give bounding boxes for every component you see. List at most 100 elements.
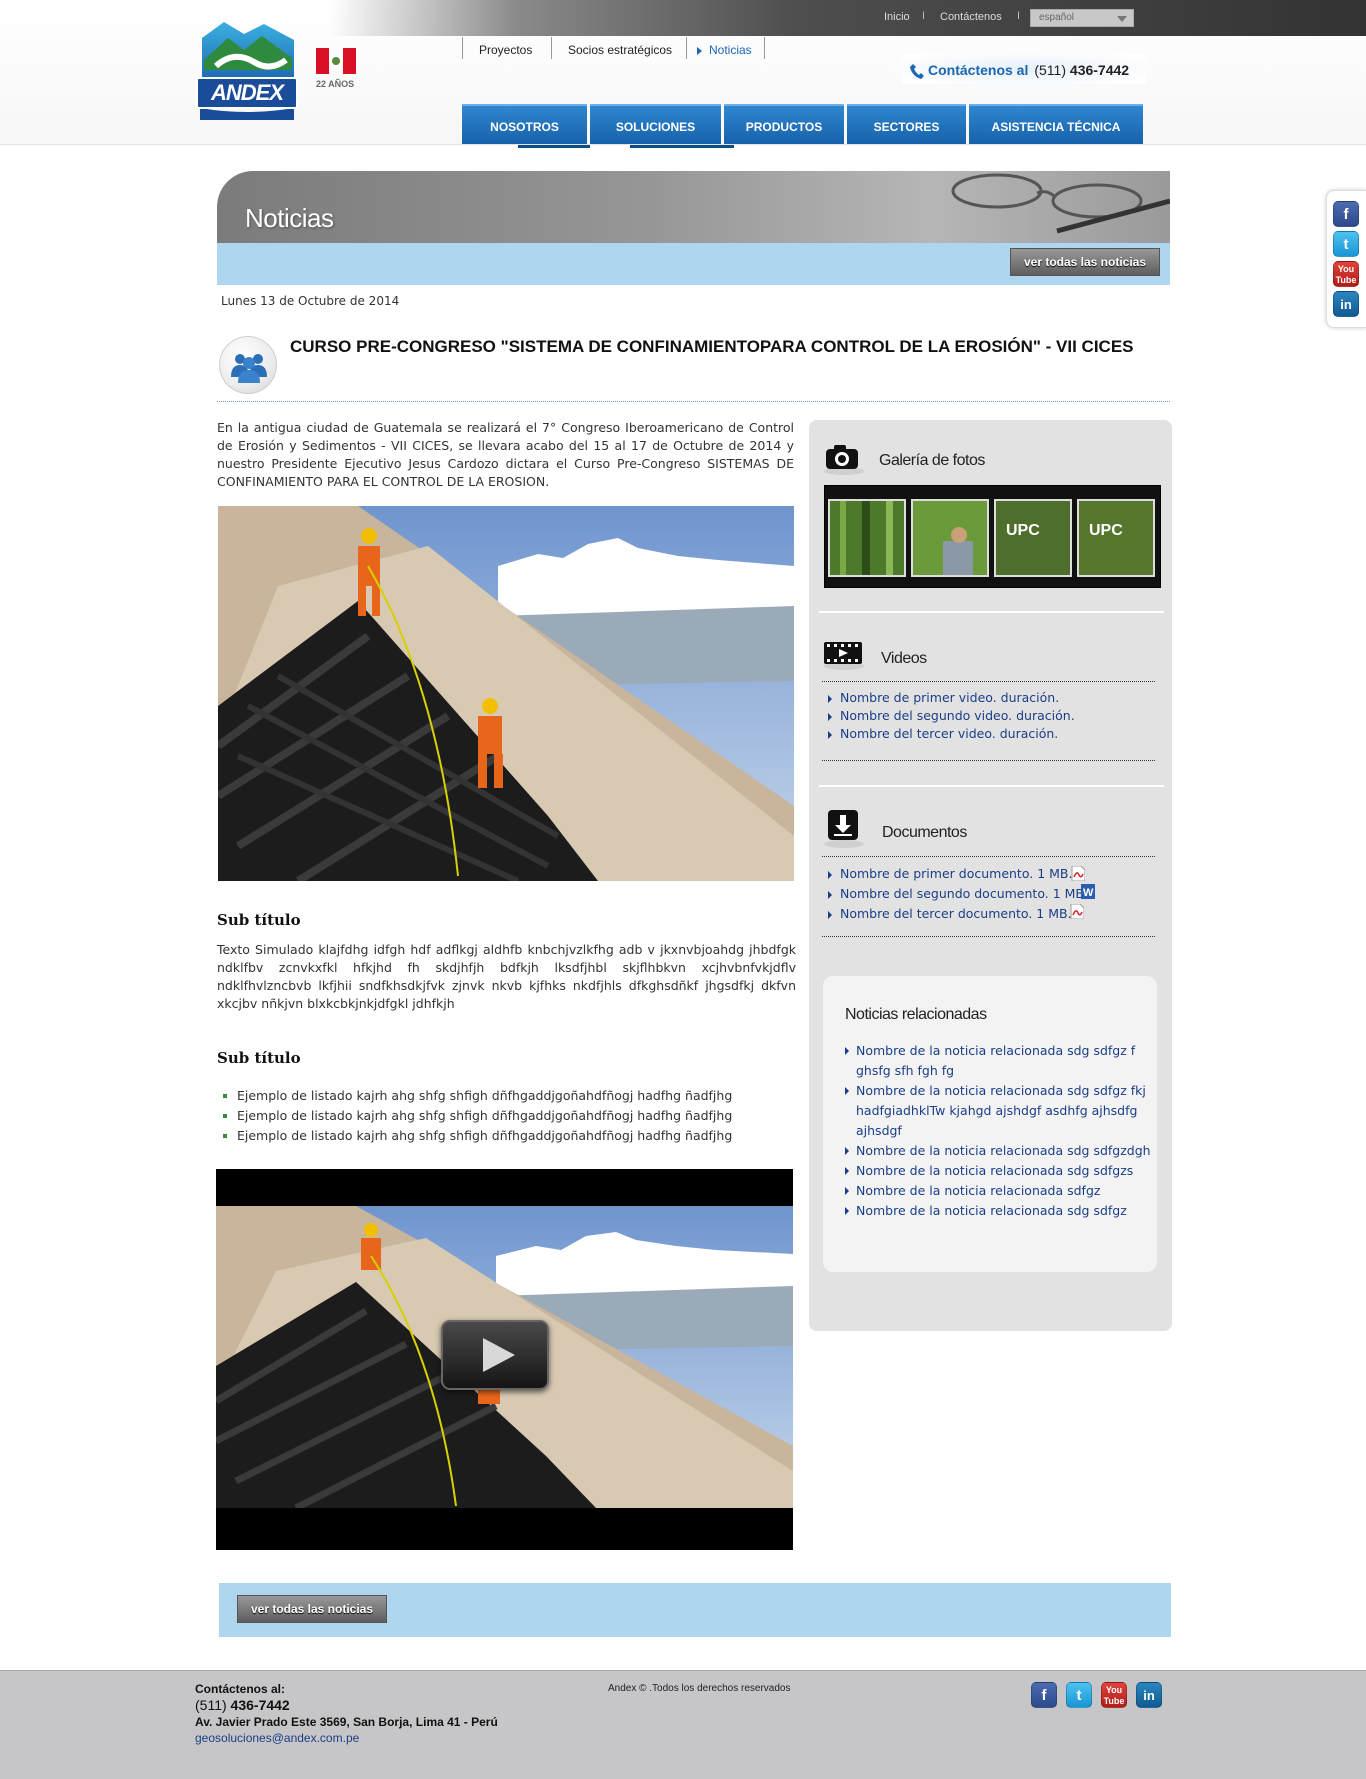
linkedin-icon[interactable]: in [1333, 291, 1359, 317]
nav-underline [518, 145, 590, 148]
bullet-arrow-icon [845, 1167, 849, 1175]
gallery-thumbnail[interactable]: UPC [994, 499, 1072, 577]
contact-label: Contáctenos al [928, 62, 1029, 78]
main-nav-soluciones[interactable]: SOLUCIONES [590, 104, 721, 144]
list-item: Ejemplo de listado kajrh ahg shfg shfigh… [223, 1128, 732, 1143]
contact-prefix: (511) [1034, 62, 1067, 78]
related-news-link[interactable]: Nombre de la noticia relacionada sdg sdf… [856, 1201, 1152, 1221]
news-toolbar-bottom: ver todas las noticias [219, 1583, 1171, 1637]
bullet-arrow-icon [845, 1087, 849, 1095]
article-photo [218, 506, 794, 881]
top-separator: I [922, 10, 926, 22]
gallery-title: Galería de fotos [879, 452, 985, 469]
social-sidebar: f t You Tube in [1326, 190, 1366, 328]
phone-icon [910, 63, 924, 79]
list-item: Ejemplo de listado kajrh ahg shfg shfigh… [223, 1108, 732, 1123]
language-value: español [1039, 12, 1075, 23]
video-link[interactable]: Nombre del tercer video. duración. [828, 726, 1058, 741]
article-title: CURSO PRE-CONGRESO "SISTEMA DE CONFINAMI… [290, 337, 1134, 356]
contact-number: 436-7442 [1069, 62, 1130, 78]
bullet-arrow-icon [845, 1047, 849, 1055]
glasses-decoration [951, 173, 1170, 234]
all-news-button-bottom[interactable]: ver todas las noticias [237, 1595, 387, 1623]
main-nav-productos[interactable]: PRODUCTOS [724, 104, 844, 144]
video-link[interactable]: Nombre del segundo video. duración. [828, 708, 1075, 723]
document-link[interactable]: Nombre del tercer documento. 1 MB.. [828, 906, 1076, 921]
footer-email-link[interactable]: geosoluciones@andex.com.pe [195, 1731, 359, 1745]
footer-copyright: Andex © .Todos los derechos reservados [608, 1683, 791, 1694]
related-news-link[interactable]: Nombre de la noticia relacionada sdg sdf… [856, 1081, 1152, 1141]
andex-logo[interactable]: ANDEX [194, 20, 300, 120]
related-news-link[interactable]: Nombre de la noticia relacionada sdfgz [856, 1181, 1152, 1201]
logo-wordmark: ANDEX [196, 77, 298, 109]
main-nav-sectores[interactable]: SECTORES [847, 104, 966, 144]
sidebar-divider [819, 785, 1164, 787]
news-toolbar: ver todas las noticias [217, 243, 1170, 285]
sidebar-divider [819, 611, 1164, 613]
twitter-icon[interactable]: t [1066, 1682, 1092, 1708]
dotted-divider [822, 760, 1155, 761]
pdf-icon [1070, 903, 1085, 920]
word-icon: W [1081, 884, 1095, 899]
gallery-thumbnail[interactable] [828, 499, 906, 577]
nav-underline [630, 145, 734, 148]
footer-address: Av. Javier Prado Este 3569, San Borja, L… [195, 1715, 498, 1729]
gallery-thumbnail[interactable] [911, 499, 989, 577]
top-link-contactenos[interactable]: Contáctenos [940, 11, 1002, 23]
twitter-icon[interactable]: t [1333, 231, 1359, 257]
main-nav-asistencia-tecnica[interactable]: ASISTENCIA TÉCNICA [969, 104, 1143, 144]
article-date: Lunes 13 de Octubre de 2014 [221, 294, 400, 308]
top-separator: I [1017, 10, 1021, 22]
header-contact: Contáctenos al (511) 436-7442 [902, 54, 1146, 84]
page-title: Noticias [245, 203, 334, 233]
footer-phone-number: 436-7442 [230, 1697, 290, 1713]
list-item: Ejemplo de listado kajrh ahg shfg shfigh… [223, 1088, 732, 1103]
download-icon [824, 808, 864, 852]
bullet-arrow-icon [845, 1187, 849, 1195]
title-divider [217, 401, 1170, 402]
bullet-arrow-icon [845, 1147, 849, 1155]
main-nav-nosotros[interactable]: NOSOTROS [462, 104, 587, 144]
video-link[interactable]: Nombre de primer video. duración. [828, 690, 1059, 705]
dotted-divider [822, 936, 1155, 937]
linkedin-icon[interactable]: in [1136, 1682, 1162, 1708]
sec-nav-proyectos[interactable]: Proyectos [462, 37, 552, 59]
related-news-link[interactable]: Nombre de la noticia relacionada sdg sdf… [856, 1041, 1152, 1081]
peru-flag-icon [316, 48, 356, 74]
document-link[interactable]: Nombre de primer documento. 1 MB. [828, 866, 1072, 881]
chevron-down-icon [1117, 16, 1127, 22]
gallery-thumbnail[interactable]: UPC [1077, 499, 1155, 577]
article-intro: En la antigua ciudad de Guatemala se rea… [217, 420, 794, 489]
facebook-icon[interactable]: f [1031, 1682, 1057, 1708]
all-news-button-top[interactable]: ver todas las noticias [1010, 248, 1160, 276]
top-link-inicio[interactable]: Inicio [884, 11, 910, 23]
related-news-link[interactable]: Nombre de la noticia relacionada sdg sdf… [856, 1161, 1152, 1181]
play-icon[interactable] [441, 1320, 549, 1390]
sec-nav-socios[interactable]: Socios estratégicos [551, 37, 687, 59]
videos-title: Videos [881, 650, 927, 667]
subtitle-1: Sub título [217, 911, 301, 929]
sec-nav-noticias[interactable]: Noticias [686, 37, 764, 59]
facebook-icon[interactable]: f [1333, 201, 1359, 227]
group-users-icon [219, 336, 277, 394]
related-title: Noticias relacionadas [845, 1006, 987, 1023]
document-link[interactable]: Nombre del segundo documento. 1 MB. [828, 886, 1088, 901]
svg-text:UPC: UPC [1006, 522, 1040, 539]
film-icon [824, 640, 864, 674]
dotted-divider [822, 856, 1155, 857]
svg-text:W: W [1083, 887, 1094, 899]
footer: Contáctenos al: (511) 436-7442 Av. Javie… [0, 1670, 1366, 1779]
footer-phone-prefix: (511) [195, 1697, 227, 1713]
photo-gallery: UPC UPC [824, 485, 1161, 588]
youtube-icon[interactable]: You Tube [1333, 261, 1359, 287]
footer-contact-label: Contáctenos al: [195, 1682, 286, 1696]
language-select[interactable]: español [1030, 9, 1134, 27]
related-news-link[interactable]: Nombre de la noticia relacionada sdg sdf… [856, 1141, 1152, 1161]
camera-icon [824, 443, 864, 479]
years-badge: 22 AÑOS [316, 79, 355, 89]
bullet-arrow-icon [845, 1207, 849, 1215]
youtube-icon[interactable]: You Tube [1101, 1682, 1127, 1708]
documents-title: Documentos [882, 824, 967, 841]
dotted-divider [822, 681, 1155, 682]
subtitle-2: Sub título [217, 1049, 301, 1067]
